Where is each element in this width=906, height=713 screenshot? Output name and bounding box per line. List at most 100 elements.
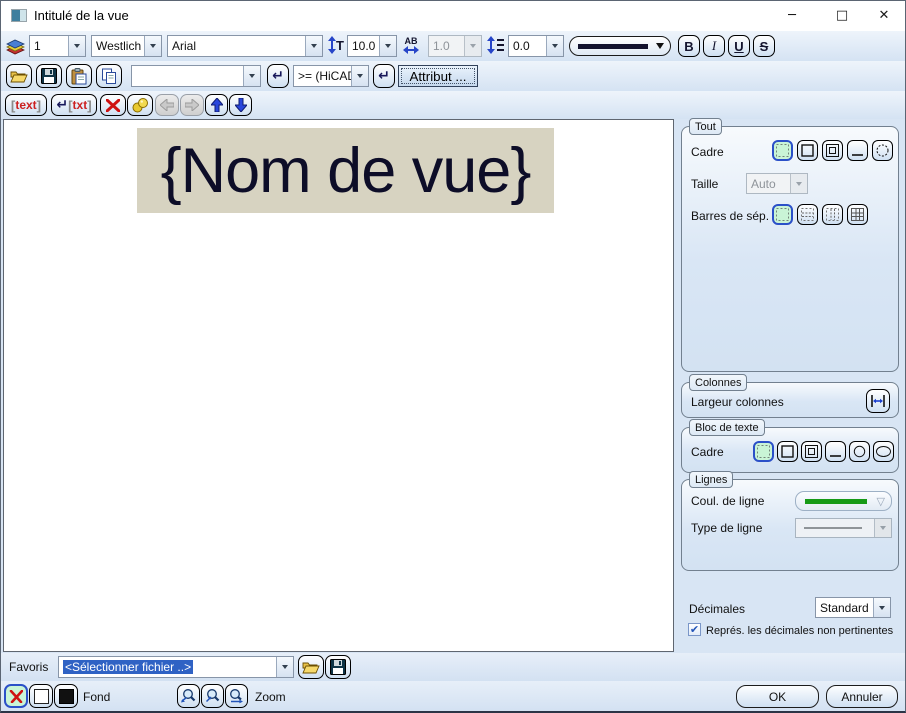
insert-attribute-button[interactable]: ↵ (267, 64, 289, 88)
non-pertinentes-label: Représ. les décimales non pertinentes (706, 625, 894, 637)
tout-cadre-none-button[interactable] (772, 140, 793, 161)
cancel-button[interactable]: Annuler (826, 685, 898, 708)
barres-none-button[interactable] (772, 204, 793, 225)
clipboard-icon (71, 67, 87, 85)
taille-select: Auto (746, 173, 808, 194)
zoom-out-button[interactable] (177, 684, 200, 708)
paste-button[interactable] (66, 64, 92, 88)
preview-canvas[interactable]: {Nom de vue} (3, 119, 674, 652)
close-button[interactable]: ✕ (862, 1, 905, 30)
zoom-fit-button[interactable] (225, 684, 248, 708)
italic-button[interactable]: I (703, 35, 725, 57)
green-line-sample (805, 498, 867, 504)
line-color-select[interactable]: ▽ (795, 491, 892, 511)
decimales-select[interactable]: Standard (815, 597, 891, 618)
fond-none-button[interactable] (4, 684, 28, 708)
attribute-value-select[interactable] (131, 65, 261, 87)
char-width-icon: AB (403, 37, 419, 54)
line-style-select[interactable] (569, 36, 671, 56)
chevron-down-icon[interactable] (144, 36, 161, 56)
delete-button[interactable] (100, 94, 126, 116)
strikethrough-button[interactable]: S (753, 35, 775, 57)
fond-black-button[interactable] (54, 684, 78, 708)
move-up-button[interactable] (205, 94, 228, 116)
chevron-down-icon[interactable] (305, 36, 322, 56)
insert-text-block-button[interactable]: ↵ [txt] (51, 94, 97, 116)
chevron-down-icon[interactable] (546, 36, 563, 56)
open-button[interactable] (6, 64, 32, 88)
decimales-label: Décimales (689, 602, 746, 616)
ok-button[interactable]: OK (736, 685, 819, 708)
arrow-right-icon (185, 99, 199, 111)
fond-white-button[interactable] (29, 684, 53, 708)
open-folder-icon (302, 660, 320, 674)
bloc-cadre-double-box-button[interactable] (801, 441, 822, 462)
edit-toolbar: [text] ↵ [txt] (1, 91, 905, 120)
chevron-down-icon[interactable] (379, 36, 396, 56)
bloc-cadre-underline-button[interactable] (825, 441, 846, 462)
maximize-button[interactable]: □ (820, 1, 864, 30)
attribut-button[interactable]: Attribut ... (398, 65, 478, 87)
maximize-icon: □ (835, 8, 849, 23)
insert-source-button[interactable]: ↵ (373, 64, 395, 88)
line-spacing-icon (487, 36, 504, 54)
move-down-button[interactable] (229, 94, 252, 116)
format-toolbar: 1 Westlich Arial T 10.0 AB 1.0 0.0 B I U… (1, 31, 905, 62)
underline-button[interactable]: U (728, 35, 750, 57)
view-name-placeholder[interactable]: {Nom de vue} (137, 128, 554, 213)
chevron-down-icon (464, 36, 481, 56)
magnifier-minus-icon (180, 688, 197, 705)
minimize-button[interactable]: ─ (770, 1, 814, 30)
tout-cadre-double-box-button[interactable] (822, 140, 843, 161)
chevron-down-icon[interactable]: ▽ (877, 495, 885, 508)
white-square-icon (33, 688, 49, 704)
chevron-down-icon[interactable] (656, 43, 664, 49)
tout-cadre-box-button[interactable] (797, 140, 818, 161)
chevron-down-icon[interactable] (351, 66, 368, 86)
attributes-pearls-button[interactable] (127, 94, 153, 116)
gray-line-sample (804, 527, 862, 529)
favorites-selected-value: <Sélectionner fichier ..> (63, 660, 194, 674)
favorites-select[interactable]: <Sélectionner fichier ..> (58, 656, 294, 678)
magnifier-arrow-icon (228, 688, 245, 705)
font-select[interactable]: Arial (167, 35, 323, 57)
bloc-cadre-ellipse-button[interactable] (873, 441, 894, 462)
save-button[interactable] (36, 64, 62, 88)
window-title: Intitulé de la vue (34, 8, 129, 23)
column-width-button[interactable] (866, 389, 890, 413)
fond-label: Fond (83, 690, 111, 704)
bloc-cadre-box-button[interactable] (777, 441, 798, 462)
group-tout-label: Tout (689, 118, 722, 135)
char-width-select: 1.0 (428, 35, 482, 57)
favorites-open-button[interactable] (298, 655, 324, 679)
attribute-source-select[interactable]: >= (HiCAD (293, 65, 369, 87)
chevron-down-icon[interactable] (873, 598, 890, 617)
bloc-cadre-none-button[interactable] (753, 441, 774, 462)
line-spacing-select[interactable]: 0.0 (508, 35, 564, 57)
black-square-icon (58, 688, 74, 704)
tout-cadre-circle-button[interactable] (872, 140, 893, 161)
layers-icon (5, 36, 26, 56)
zoom-label: Zoom (255, 690, 286, 704)
barres-grid-button[interactable] (847, 204, 868, 225)
enter-icon: ↵ (378, 68, 390, 84)
alignment-select[interactable]: Westlich (91, 35, 162, 57)
chevron-down-icon[interactable] (276, 657, 293, 677)
font-size-select[interactable]: 10.0 (347, 35, 397, 57)
barres-horizontal-button[interactable] (797, 204, 818, 225)
non-pertinentes-checkbox[interactable]: ✔ (688, 623, 701, 636)
chevron-down-icon[interactable] (68, 36, 85, 56)
copy-button[interactable] (96, 64, 122, 88)
zoom-in-button[interactable] (201, 684, 224, 708)
barres-vertical-button[interactable] (822, 204, 843, 225)
settings-panel: Tout Cadre Taille Auto Barres de sép. Co… (674, 118, 905, 653)
bloc-cadre-circle-button[interactable] (849, 441, 870, 462)
floppy-icon (330, 659, 346, 675)
favorites-save-button[interactable] (325, 655, 351, 679)
enter-icon: ↵ (272, 68, 284, 84)
tout-cadre-underline-button[interactable] (847, 140, 868, 161)
chevron-down-icon[interactable] (243, 66, 260, 86)
layer-select[interactable]: 1 (29, 35, 86, 57)
bold-button[interactable]: B (678, 35, 700, 57)
text-block-button[interactable]: [text] (5, 94, 47, 116)
